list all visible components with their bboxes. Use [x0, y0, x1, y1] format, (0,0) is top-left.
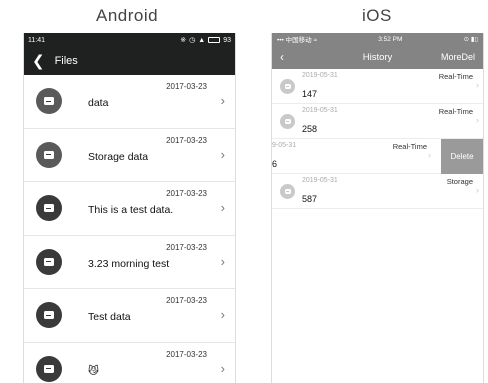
- file-item[interactable]: 2017-03-23 This is a test data. ›: [24, 182, 235, 236]
- record-icon: [280, 79, 295, 94]
- file-icon: [36, 248, 62, 275]
- chevron-right-icon: ›: [220, 253, 225, 269]
- signal-icon: •••: [277, 37, 284, 44]
- record-value: 147: [302, 89, 318, 99]
- chevron-right-icon: ›: [220, 360, 225, 376]
- record-value: 258: [302, 124, 318, 134]
- alarm-icon: ◷: [189, 37, 196, 44]
- record-type: Real-Time: [438, 107, 473, 116]
- wifi-icon: ≈: [313, 37, 318, 44]
- chevron-right-icon: ›: [220, 200, 225, 215]
- record-date: 2019-05-31: [302, 177, 338, 184]
- back-arrow-icon[interactable]: ❮: [32, 54, 45, 69]
- record-value: 587: [302, 194, 318, 204]
- battery-icon: ▮▯: [470, 36, 478, 43]
- ios-carrier: 中国移动: [285, 37, 312, 44]
- chevron-right-icon: ›: [220, 93, 225, 108]
- android-status-time: 11:41: [28, 36, 45, 44]
- file-icon: [36, 141, 62, 168]
- file-item[interactable]: 2017-03-23 Storage data ›: [24, 129, 235, 182]
- more-delete-button[interactable]: MoreDel: [441, 52, 475, 62]
- bluetooth-icon: ※: [180, 37, 187, 44]
- android-toolbar: ❮ Files: [24, 47, 235, 75]
- file-name: Test data: [88, 311, 131, 323]
- record-icon: [280, 114, 295, 129]
- file-icon: [36, 302, 62, 328]
- record-type: Storage: [446, 177, 473, 186]
- android-toolbar-title: Files: [54, 55, 78, 67]
- chevron-right-icon: ›: [220, 307, 225, 322]
- battery-level: 93: [223, 36, 231, 44]
- record-date: 2019-05-31: [302, 72, 338, 79]
- file-icon: [36, 88, 62, 114]
- record-value: 6: [272, 159, 278, 169]
- file-item[interactable]: 2017-03-23 data ›: [24, 75, 235, 129]
- file-icon: [36, 195, 62, 221]
- file-date: 2017-03-23: [166, 349, 207, 359]
- record-type: Real-Time: [438, 72, 473, 81]
- history-row-swiped[interactable]: 9-05-31 Real-Time 6 › Delete: [272, 139, 483, 174]
- ios-nav-bar: ‹ History MoreDel: [272, 45, 483, 69]
- signal-icon: ▲: [198, 36, 206, 44]
- chevron-right-icon: ›: [428, 150, 431, 160]
- file-item[interactable]: 2017-03-23 3.23 morning test ›: [24, 236, 235, 289]
- file-name: 😼: [88, 364, 99, 377]
- android-screen: 11:41 ※ ◷ ▲ 93 ❮ Files 2017-03-23 data ›…: [23, 33, 236, 383]
- android-status-bar: 11:41 ※ ◷ ▲ 93: [24, 33, 235, 47]
- file-name: 3.23 morning test: [88, 257, 170, 270]
- file-list: 2017-03-23 data › 2017-03-23 Storage dat…: [24, 75, 235, 383]
- record-icon: [280, 184, 295, 199]
- file-item[interactable]: 2017-03-23 😼 ›: [24, 343, 235, 383]
- file-date: 2017-03-23: [166, 82, 207, 91]
- ios-status-bar: ••• 中国移动 ≈ 3:52 PM ⊙ ▮▯: [272, 33, 483, 45]
- location-icon: ⊙: [463, 36, 470, 43]
- chevron-right-icon: ›: [220, 146, 225, 162]
- ios-status-time: 3:52 PM: [378, 35, 403, 43]
- history-row[interactable]: 2019-05-31 Real-Time 147 ›: [272, 69, 483, 104]
- chevron-right-icon: ›: [476, 80, 479, 90]
- file-name: Storage data: [88, 150, 149, 163]
- file-item[interactable]: 2017-03-23 Test data ›: [24, 289, 235, 343]
- history-row[interactable]: 2019-05-31 Real-Time 258 ›: [272, 104, 483, 139]
- file-icon: [36, 355, 62, 382]
- record-date: 2019-05-31: [302, 107, 338, 114]
- history-row[interactable]: 2019-05-31 Storage 587 ›: [272, 174, 483, 209]
- ios-label: iOS: [362, 6, 392, 25]
- android-label: Android: [96, 6, 159, 25]
- ios-screen: ••• 中国移动 ≈ 3:52 PM ⊙ ▮▯ ‹ History MoreDe…: [271, 33, 484, 383]
- file-date: 2017-03-23: [166, 189, 207, 198]
- record-date: 9-05-31: [272, 142, 297, 149]
- chevron-right-icon: ›: [476, 185, 479, 195]
- file-date: 2017-03-23: [166, 135, 207, 145]
- file-date: 2017-03-23: [166, 242, 207, 252]
- chevron-right-icon: ›: [476, 115, 479, 125]
- file-date: 2017-03-23: [166, 296, 207, 305]
- delete-button[interactable]: Delete: [441, 139, 483, 174]
- file-name: This is a test data.: [88, 204, 174, 216]
- record-type: Real-Time: [392, 142, 427, 151]
- battery-icon: [208, 37, 221, 43]
- file-name: data: [88, 97, 109, 109]
